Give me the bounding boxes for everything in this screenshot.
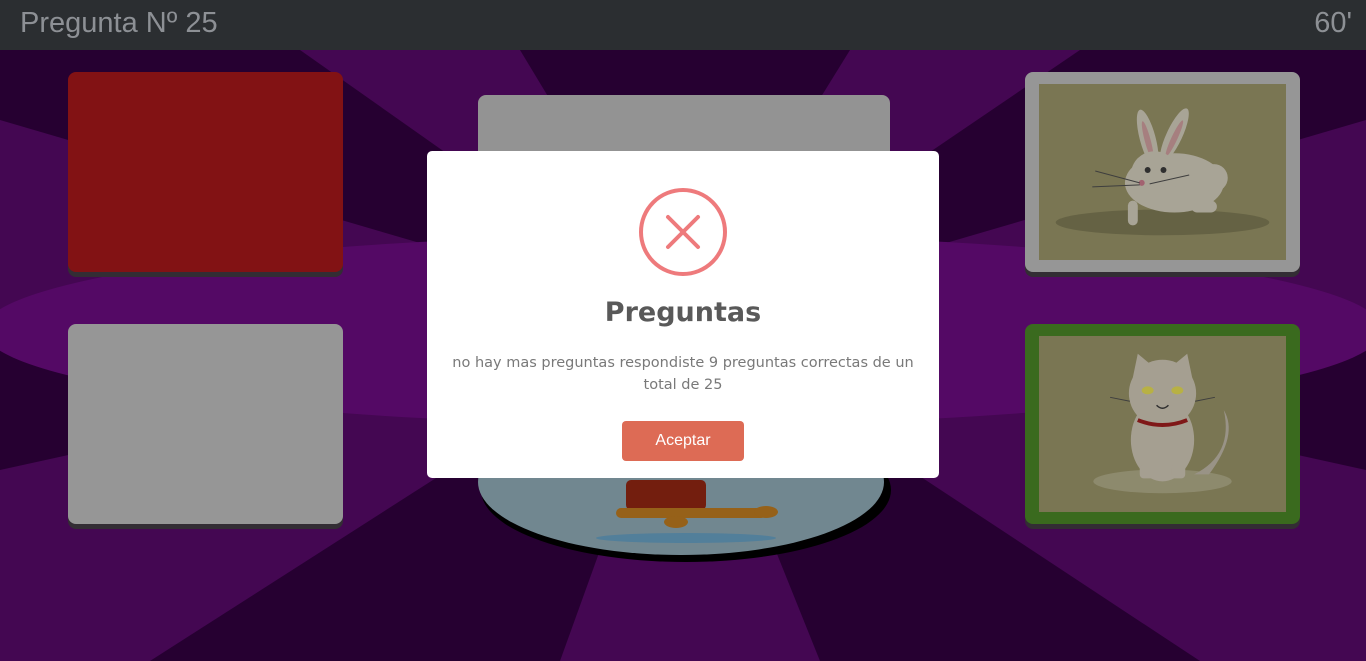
dialog-message: no hay mas preguntas respondiste 9 pregu… <box>452 355 914 393</box>
answer-card-cat[interactable] <box>1025 324 1300 524</box>
result-dialog: Preguntas no hay mas preguntas respondis… <box>427 151 939 478</box>
answer-card-red[interactable] <box>68 72 343 272</box>
cat-icon <box>1093 353 1232 494</box>
question-number: Pregunta Nº 25 <box>20 7 218 39</box>
accept-button[interactable]: Aceptar <box>622 421 744 461</box>
error-x-icon <box>639 188 727 276</box>
answer-card-rabbit[interactable] <box>1025 72 1300 272</box>
timer: 60' <box>1314 7 1352 39</box>
dialog-title: Preguntas <box>604 297 762 328</box>
rabbit-icon <box>1055 108 1270 236</box>
top-bar: Pregunta Nº 25 60' <box>0 0 1366 50</box>
answer-card-gray[interactable] <box>68 324 343 524</box>
